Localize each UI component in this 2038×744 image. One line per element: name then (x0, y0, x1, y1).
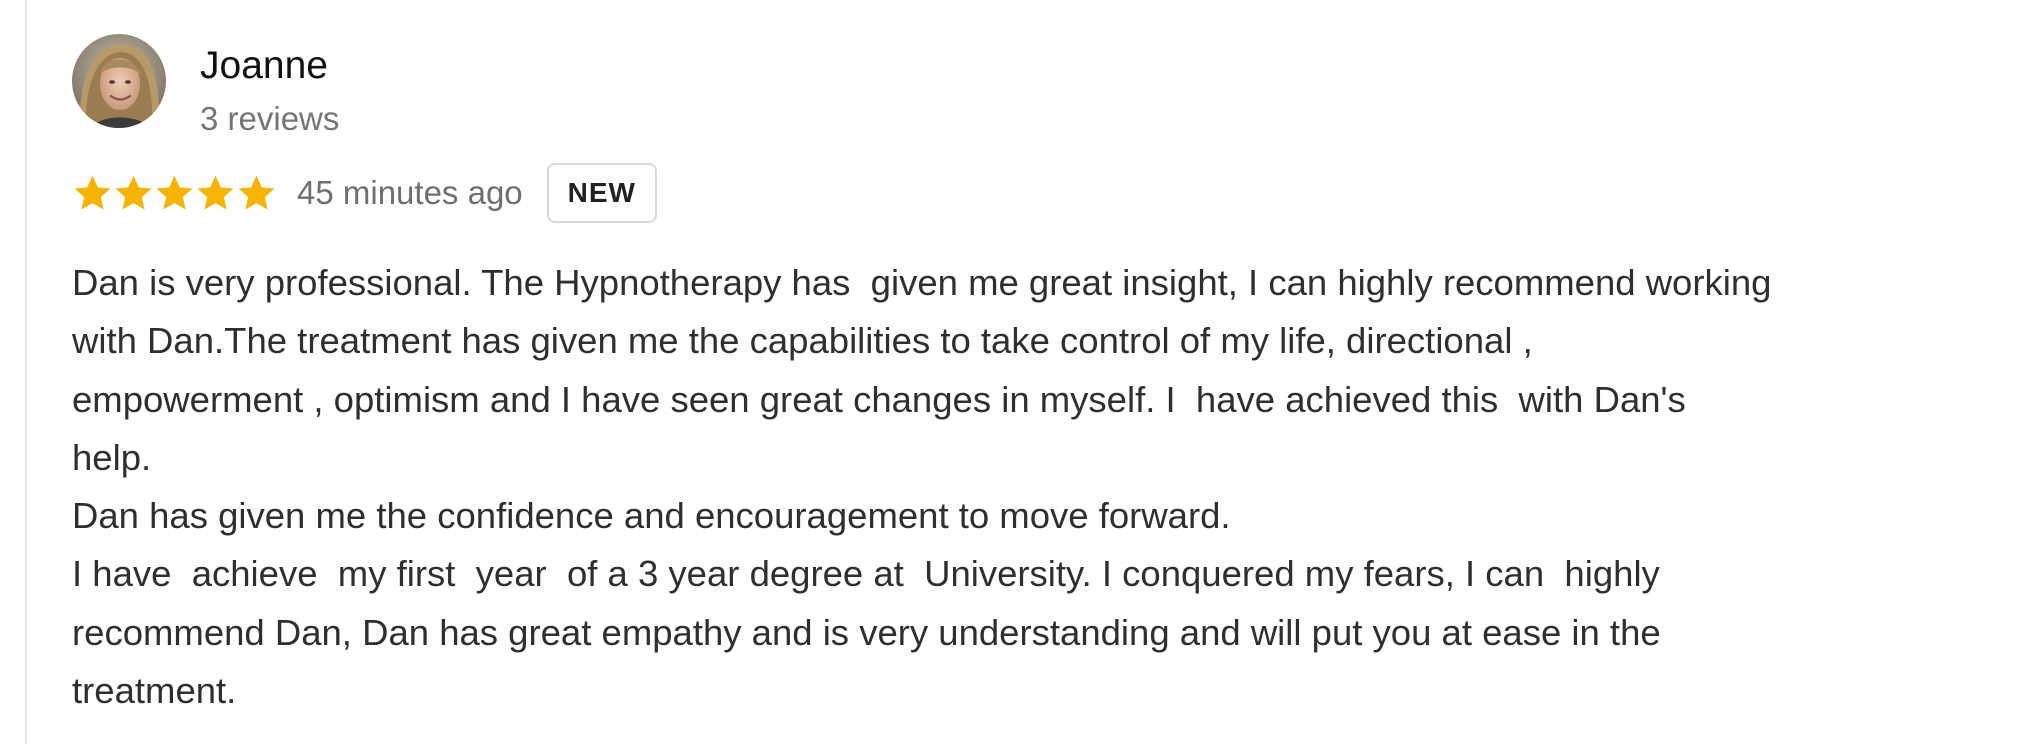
star-rating (72, 173, 277, 214)
rating-row: 45 minutes ago NEW (72, 162, 657, 224)
author-name[interactable]: Joanne (200, 40, 328, 92)
review-body: Dan is very professional. The Hypnothera… (72, 254, 2012, 720)
star-icon (115, 175, 152, 210)
user-avatar-photo-icon (72, 34, 166, 128)
review-text-line: help. (72, 436, 152, 478)
star-icon (74, 175, 111, 210)
new-badge: NEW (546, 163, 657, 223)
review-text-line: Dan has given me the confidence and enco… (72, 495, 1231, 537)
review-card: Joanne 3 reviews 45 minutes ago NEW Dan … (0, 0, 2038, 744)
author-avatar[interactable] (72, 34, 166, 128)
author-review-count: 3 reviews (200, 100, 340, 137)
review-text-line: I have achieve my first year of a 3 year… (72, 553, 1660, 595)
star-icon (238, 175, 275, 210)
star-icon (156, 175, 193, 210)
review-text-line: empowerment , optimism and I have seen g… (72, 378, 1686, 420)
review-text-line: treatment. (72, 670, 237, 712)
review-text-line: with Dan.The treatment has given me the … (72, 320, 1533, 362)
review-text-line: recommend Dan, Dan has great empathy and… (72, 611, 1661, 653)
review-text-line: Dan is very professional. The Hypnothera… (72, 262, 1772, 303)
review-time: 45 minutes ago (297, 174, 523, 211)
left-divider (25, 0, 27, 744)
star-icon (197, 175, 234, 210)
